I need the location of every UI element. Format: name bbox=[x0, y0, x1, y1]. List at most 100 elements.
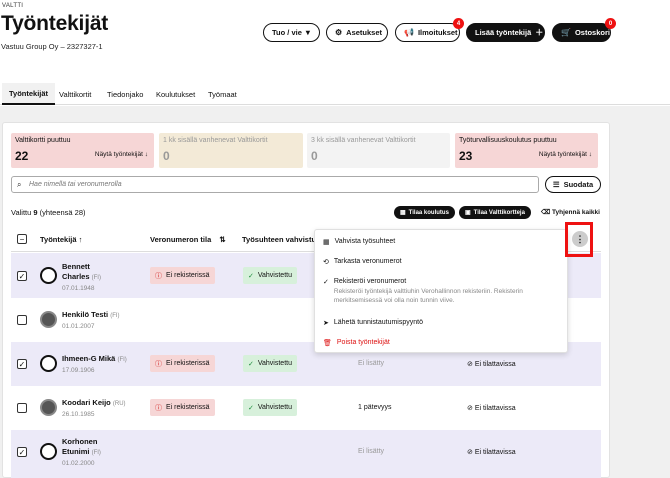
menu-item-register-tax[interactable]: ✓ Rekisteröi veronumerot Rekisteröi työn… bbox=[323, 278, 561, 305]
link-label: Näytä työntekijät bbox=[94, 151, 143, 158]
highlight-annotation bbox=[565, 222, 593, 257]
settings-button[interactable]: ⚙ Asetukset bbox=[326, 23, 388, 42]
arrow-down-icon: ↓ bbox=[144, 151, 148, 158]
cart-icon: 🛒 bbox=[561, 27, 571, 37]
menu-item-send-id-request[interactable]: ➤ Lähetä tunnistautumispyyntö bbox=[323, 319, 423, 327]
country-code: (FI) bbox=[117, 357, 127, 363]
stat-label: Valttikortti puuttuu bbox=[15, 137, 71, 144]
avatar bbox=[40, 311, 57, 328]
menu-item-label: Poista työntekijät bbox=[336, 339, 390, 346]
employment-badge: ✓ Vahvistettu bbox=[243, 267, 297, 284]
sort-arrow-up-icon: ↑ bbox=[78, 235, 83, 244]
tab-valtti-cards[interactable]: Valttikortit bbox=[52, 83, 98, 105]
tax-status-badge: ⓘ Ei rekisterissä bbox=[150, 399, 215, 416]
tab-data-sharing[interactable]: Tiedonjako bbox=[100, 83, 150, 105]
orderable-cell: ⊘ Ei tilattavissa bbox=[467, 404, 516, 412]
menu-item-check-tax[interactable]: ⟲ Tarkasta veronumerot bbox=[323, 258, 402, 266]
gear-icon: ⚙ bbox=[335, 27, 343, 37]
menu-item-confirm-employment[interactable]: ▦ Vahvista työsuhteet bbox=[323, 238, 395, 246]
birth-date: 07.01.1948 bbox=[62, 285, 95, 292]
order-training-label: Tilaa koulutus bbox=[408, 209, 449, 216]
menu-item-label: Vahvista työsuhteet bbox=[334, 238, 396, 245]
company-name: Vastuu Group Oy – 2327327-1 bbox=[1, 42, 103, 51]
import-export-button[interactable]: Tuo / vie ▾ bbox=[263, 23, 320, 42]
first-name: Henkilö Testi bbox=[62, 310, 109, 319]
row-checkbox[interactable] bbox=[17, 315, 27, 325]
alert-icon: ⓘ bbox=[155, 360, 162, 368]
notifications-button[interactable]: 📢 Ilmoitukset bbox=[395, 23, 460, 42]
stat-missing-training: Työturvallisuuskoulutus puuttuu 23 Näytä… bbox=[455, 133, 598, 168]
avatar bbox=[40, 355, 57, 372]
column-employee[interactable]: Työntekijä ↑ bbox=[40, 235, 82, 244]
employment-label: Vahvistettu bbox=[257, 272, 292, 279]
add-employee-button[interactable]: Lisää työntekijä ＋ bbox=[466, 23, 545, 42]
tab-worksites[interactable]: Työmaat bbox=[201, 83, 244, 105]
import-export-label: Tuo / vie bbox=[272, 28, 302, 37]
stat-label: Työturvallisuuskoulutus puuttuu bbox=[459, 137, 557, 144]
check-circle-icon: ✓ bbox=[323, 279, 329, 286]
table-row[interactable]: ✓ Korhonen Etunimi (FI) 01.02.2000 Ei li… bbox=[11, 430, 601, 478]
qualifications-cell: Ei lisätty bbox=[358, 448, 385, 455]
first-name: Ihmeen-G Mikä bbox=[62, 354, 116, 363]
first-name: Bennett bbox=[62, 262, 90, 271]
clear-all-button[interactable]: ⌫ Tyhjennä kaikki bbox=[541, 208, 600, 216]
employment-badge: ✓ Vahvistettu bbox=[243, 399, 297, 416]
tab-bar: Työntekijät Valttikortit Tiedonjako Koul… bbox=[0, 83, 670, 105]
last-name: Etunimi bbox=[62, 447, 90, 456]
order-cards-button[interactable]: ▣ Tilaa Valttikortteja bbox=[459, 206, 531, 219]
block-icon: ⊘ bbox=[467, 361, 473, 368]
cart-label: Ostoskori bbox=[574, 28, 610, 37]
employment-badge: ✓ Vahvistettu bbox=[243, 355, 297, 372]
country-code: (FI) bbox=[91, 450, 101, 456]
last-name: Charles bbox=[62, 272, 90, 281]
sort-icon: ⇅ bbox=[219, 235, 226, 244]
cart-button[interactable]: 🛒 Ostoskori bbox=[552, 23, 611, 42]
notifications-label: Ilmoitukset bbox=[417, 28, 458, 37]
orderable-label: Ei tilattavissa bbox=[474, 405, 516, 412]
cart-badge: 0 bbox=[605, 18, 616, 29]
row-checkbox[interactable]: ✓ bbox=[17, 271, 27, 281]
alert-icon: ⓘ bbox=[155, 404, 162, 412]
table-row[interactable]: Koodari Keijo (RU) 26.10.1985 ⓘ Ei rekis… bbox=[11, 386, 601, 430]
check-circle-icon: ✓ bbox=[248, 360, 254, 368]
employee-name: Bennett Charles (FI) 07.01.1948 bbox=[62, 262, 101, 294]
column-tax-status[interactable]: Veronumeron tila ⇅ bbox=[150, 235, 226, 244]
qualifications-cell: 1 pätevyys bbox=[358, 404, 392, 411]
tab-employees[interactable]: Työntekijät bbox=[2, 83, 56, 105]
select-all-checkbox[interactable]: − bbox=[17, 234, 27, 244]
orderable-label: Ei tilattavissa bbox=[474, 361, 516, 368]
calendar-check-icon: ▦ bbox=[323, 239, 330, 246]
employment-label: Vahvistettu bbox=[257, 404, 292, 411]
avatar bbox=[40, 267, 57, 284]
column-employment[interactable]: Työsuhteen vahvistus bbox=[242, 235, 320, 244]
search-placeholder: Hae nimellä tai veronumerolla bbox=[29, 181, 122, 188]
menu-item-label: Tarkasta veronumerot bbox=[333, 258, 402, 265]
row-checkbox[interactable] bbox=[17, 403, 27, 413]
trash-icon: 🗑 bbox=[323, 340, 332, 347]
show-employees-link[interactable]: Näytä työntekijät ↓ bbox=[539, 151, 592, 158]
menu-item-label: Rekisteröi veronumerot bbox=[333, 278, 407, 285]
row-checkbox[interactable]: ✓ bbox=[17, 359, 27, 369]
selection-count: Valittu 9 (yhteensä 28) bbox=[11, 208, 86, 217]
stat-expiring-3m: 3 kk sisällä vanhenevat Valttikortit 0 bbox=[307, 133, 450, 168]
search-input[interactable]: ⌕ Hae nimellä tai veronumerolla bbox=[11, 176, 539, 193]
column-label: Työntekijä bbox=[40, 235, 77, 244]
country-code: (FI) bbox=[91, 275, 101, 281]
stat-value: 0 bbox=[311, 149, 318, 163]
chevron-down-icon: ▾ bbox=[305, 27, 310, 37]
selection-total: (yhteensä 28) bbox=[39, 208, 86, 217]
order-training-button[interactable]: ▦ Tilaa koulutus bbox=[394, 206, 455, 219]
orderable-cell: ⊘ Ei tilattavissa bbox=[467, 448, 516, 456]
show-employees-link[interactable]: Näytä työntekijät ↓ bbox=[95, 151, 148, 158]
eraser-icon: ⌫ bbox=[541, 209, 551, 216]
birth-date: 01.01.2007 bbox=[62, 323, 95, 330]
block-icon: ⊘ bbox=[467, 405, 473, 412]
tax-status-label: Ei rekisterissä bbox=[166, 360, 210, 367]
check-circle-icon: ✓ bbox=[248, 272, 254, 280]
filter-button[interactable]: ☰ Suodata bbox=[545, 176, 601, 193]
avatar bbox=[40, 443, 57, 460]
menu-item-delete[interactable]: 🗑 Poista työntekijät bbox=[323, 339, 390, 347]
tab-trainings[interactable]: Koulutukset bbox=[149, 83, 202, 105]
stat-expiring-1m: 1 kk sisällä vanhenevat Valttikortit 0 bbox=[159, 133, 303, 168]
row-checkbox[interactable]: ✓ bbox=[17, 447, 27, 457]
